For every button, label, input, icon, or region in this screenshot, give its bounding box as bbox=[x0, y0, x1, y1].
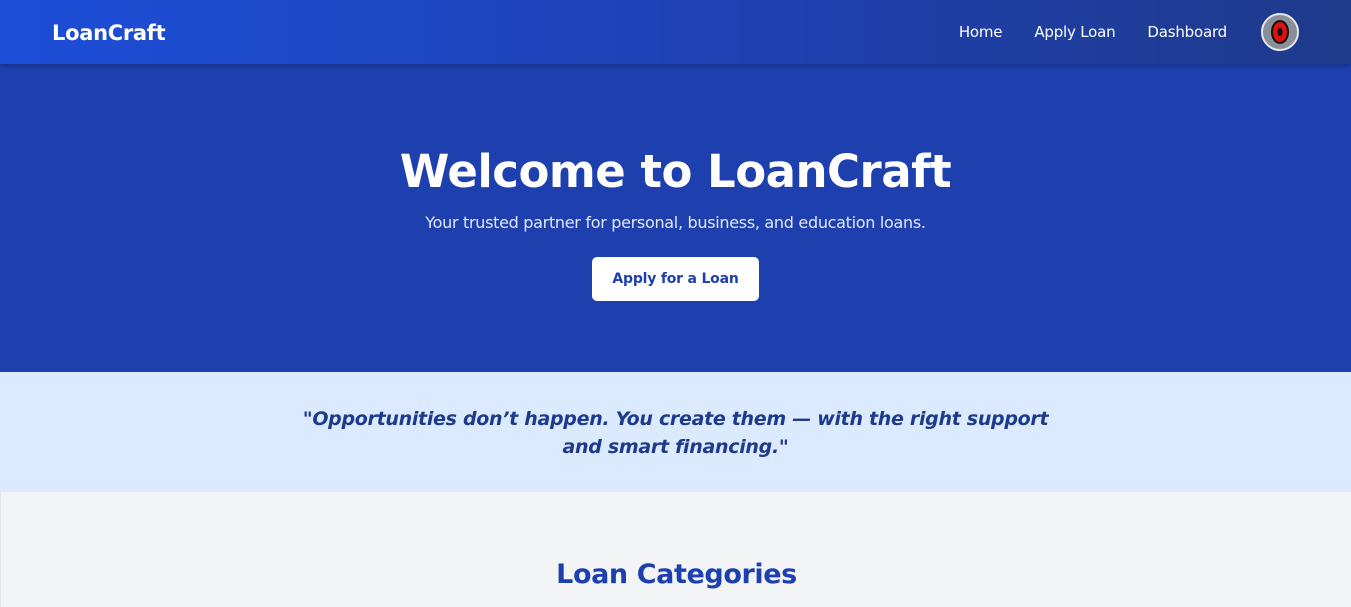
quote-section: "Opportunities don’t happen. You create … bbox=[0, 372, 1351, 492]
nav-link-apply-loan[interactable]: Apply Loan bbox=[1034, 21, 1115, 43]
quote-text: "Opportunities don’t happen. You create … bbox=[302, 408, 1049, 458]
hero-section: Welcome to LoanCraft Your trusted partne… bbox=[0, 64, 1351, 372]
loan-categories-section: Loan Categories bbox=[0, 492, 1351, 607]
nav-link-dashboard[interactable]: Dashboard bbox=[1147, 21, 1227, 43]
nav-links: Home Apply Loan Dashboard bbox=[959, 21, 1227, 43]
hero-subtitle: Your trusted partner for personal, busin… bbox=[425, 213, 926, 232]
nav-link-home[interactable]: Home bbox=[959, 21, 1003, 43]
avatar-image bbox=[1263, 15, 1297, 49]
hero-title: Welcome to LoanCraft bbox=[399, 145, 952, 198]
top-navbar: LoanCraft Home Apply Loan Dashboard bbox=[0, 0, 1351, 64]
loan-categories-title: Loan Categories bbox=[556, 559, 797, 590]
user-avatar-icon[interactable] bbox=[1261, 13, 1299, 51]
brand-logo[interactable]: LoanCraft bbox=[52, 19, 166, 47]
apply-for-loan-button[interactable]: Apply for a Loan bbox=[592, 257, 759, 301]
